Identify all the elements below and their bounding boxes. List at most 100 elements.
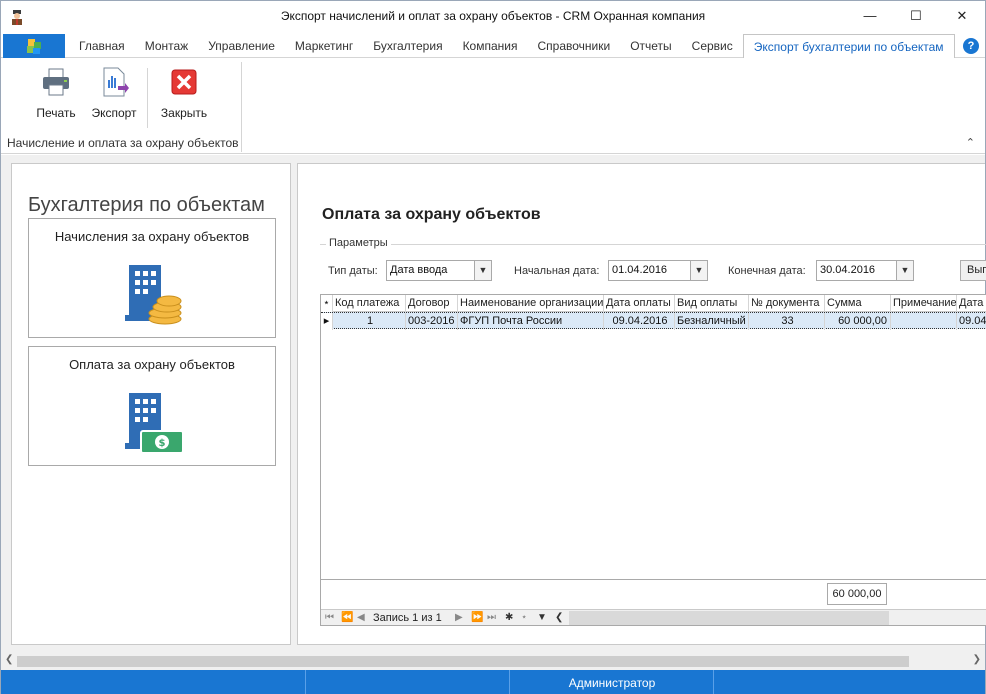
- title-bar: Экспорт начислений и оплат за охрану объ…: [1, 1, 985, 33]
- help-icon[interactable]: ?: [963, 38, 979, 54]
- app-window: Экспорт начислений и оплат за охрану объ…: [0, 0, 986, 694]
- date-type-value: Дата ввода: [390, 264, 448, 276]
- grid-footer: 60 000,00: [321, 579, 986, 609]
- svg-text:$: $: [159, 438, 166, 449]
- grid-header: ⋆ Код платежа Договор Наименование орган…: [321, 295, 986, 312]
- column-header[interactable]: Вид оплаты: [675, 295, 749, 312]
- collapse-ribbon-icon[interactable]: ⌃: [966, 136, 975, 149]
- start-date-value: 01.04.2016: [612, 264, 668, 276]
- parameters-legend: Параметры: [326, 237, 391, 249]
- column-header[interactable]: Дата оплаты: [604, 295, 675, 312]
- next-page-icon[interactable]: ⏩: [471, 612, 483, 623]
- building-coins-icon: [125, 265, 182, 325]
- tab-glavnaya[interactable]: Главная: [69, 34, 135, 58]
- first-record-icon[interactable]: ⏮: [325, 612, 334, 623]
- end-date-picker[interactable]: 30.04.2016 ▼: [816, 260, 914, 281]
- chevron-down-icon[interactable]: ▼: [474, 261, 491, 280]
- table-cell[interactable]: 60 000,00: [825, 313, 891, 330]
- table-cell[interactable]: 33: [749, 313, 825, 330]
- building-money-icon: $: [125, 393, 184, 454]
- tab-buhgalteriya[interactable]: Бухгалтерия: [363, 34, 452, 58]
- navigation-title: Бухгалтерия по объектам: [28, 194, 265, 216]
- close-red-icon: [171, 69, 197, 95]
- column-header[interactable]: Дата в: [957, 295, 986, 312]
- column-header[interactable]: Наименование организации: [458, 295, 604, 312]
- table-cell[interactable]: Безналичный: [675, 313, 749, 330]
- next-record-icon[interactable]: ▶: [455, 612, 463, 623]
- window-title: Экспорт начислений и оплат за охрану объ…: [280, 9, 706, 23]
- end-date-value: 30.04.2016: [820, 264, 876, 276]
- content-area: Бухгалтерия по объектам Начисления за ох…: [1, 155, 986, 653]
- cubes-icon: [27, 39, 41, 54]
- table-row[interactable]: ▸ 1 003-2016 ФГУП Почта России 09.04.201…: [321, 312, 986, 330]
- tab-servis[interactable]: Сервис: [682, 34, 743, 58]
- table-cell[interactable]: 1: [333, 313, 406, 330]
- close-label: Закрыть: [160, 106, 208, 120]
- application-menu-button[interactable]: [3, 34, 65, 58]
- grid-horizontal-scrollbar[interactable]: [569, 611, 889, 625]
- column-header[interactable]: Договор: [406, 295, 458, 312]
- export-button[interactable]: Экспорт: [87, 64, 141, 124]
- maximize-button[interactable]: ☐: [893, 1, 939, 31]
- table-cell[interactable]: 09.04.: [957, 313, 986, 330]
- chevron-down-icon[interactable]: ▼: [690, 261, 707, 280]
- charges-tile[interactable]: Начисления за охрану объектов: [28, 218, 276, 338]
- table-cell[interactable]: 09.04.2016: [604, 313, 675, 330]
- close-button[interactable]: Закрыть: [157, 64, 211, 124]
- tab-marketing[interactable]: Маркетинг: [285, 34, 363, 58]
- status-divider: [713, 670, 714, 694]
- column-header[interactable]: Код платежа: [333, 295, 406, 312]
- current-user: Администратор: [568, 676, 656, 690]
- status-divider: [509, 670, 510, 694]
- navigation-panel: Бухгалтерия по объектам Начисления за ох…: [11, 163, 291, 645]
- tab-montazh[interactable]: Монтаж: [135, 34, 199, 58]
- filter-icon[interactable]: ▼: [537, 612, 547, 623]
- table-cell[interactable]: ФГУП Почта России: [458, 313, 604, 330]
- tab-export-accounting[interactable]: Экспорт бухгалтерии по объектам: [742, 34, 955, 59]
- tab-spravochniki[interactable]: Справочники: [527, 34, 620, 58]
- export-label: Экспорт: [91, 106, 137, 120]
- prev-page-icon[interactable]: ⏪: [341, 612, 353, 623]
- ribbon: Печать Экспорт Закрыть Начисление и опла…: [1, 58, 985, 154]
- panel-title: Оплата за охрану объектов: [322, 206, 541, 223]
- grid-navigator: ⏮ ⏪ ◀ Запись 1 из 1 ▶ ⏩ ⏭ ✱ ⋆ ▼ ❮: [321, 609, 986, 625]
- end-date-label: Конечная дата:: [728, 265, 806, 277]
- date-type-select[interactable]: Дата ввода ▼: [386, 260, 492, 281]
- prev-record-icon[interactable]: ◀: [357, 612, 365, 623]
- row-indicator-icon: ▸: [321, 313, 333, 330]
- scroll-thumb[interactable]: [17, 656, 909, 667]
- status-bar: Администратор: [1, 670, 985, 694]
- printer-icon: [43, 68, 69, 96]
- add-record-icon[interactable]: ✱: [505, 612, 513, 623]
- column-header[interactable]: Примечание: [891, 295, 957, 312]
- column-header[interactable]: № документа: [749, 295, 825, 312]
- tab-upravlenie[interactable]: Управление: [198, 34, 285, 58]
- last-record-icon[interactable]: ⏭: [487, 612, 496, 623]
- tab-kompaniya[interactable]: Компания: [453, 34, 528, 58]
- table-cell[interactable]: [891, 313, 957, 330]
- payments-tile-label: Оплата за охрану объектов: [69, 357, 235, 372]
- execute-button[interactable]: Выполнить: [960, 260, 986, 281]
- charges-tile-label: Начисления за охрану объектов: [54, 229, 250, 244]
- payments-panel: Оплата за охрану объектов Параметры Тип …: [297, 163, 986, 645]
- menu-tabs: Главная Монтаж Управление Маркетинг Бухг…: [69, 34, 955, 59]
- start-date-picker[interactable]: 01.04.2016 ▼: [608, 260, 708, 281]
- close-window-button[interactable]: ✕: [939, 1, 985, 31]
- sum-total: 60 000,00: [827, 583, 887, 605]
- menu-tabs-bar: Главная Монтаж Управление Маркетинг Бухг…: [1, 34, 985, 59]
- scroll-left-icon[interactable]: ❮: [5, 654, 13, 665]
- print-button[interactable]: Печать: [31, 64, 81, 124]
- ribbon-group-separator: [241, 62, 242, 152]
- payments-tile[interactable]: Оплата за охрану объектов $: [28, 346, 276, 466]
- column-header[interactable]: Сумма: [825, 295, 891, 312]
- scroll-left-icon[interactable]: ❮: [555, 612, 563, 623]
- minimize-button[interactable]: —: [847, 1, 893, 31]
- chevron-down-icon[interactable]: ▼: [896, 261, 913, 280]
- print-label: Печать: [36, 106, 76, 120]
- scroll-right-icon[interactable]: ❯: [973, 654, 981, 665]
- window-horizontal-scrollbar[interactable]: ❮ ❯: [1, 653, 985, 670]
- table-cell[interactable]: 003-2016: [406, 313, 458, 330]
- append-record-icon[interactable]: ⋆: [521, 612, 527, 623]
- tab-otchety[interactable]: Отчеты: [620, 34, 681, 58]
- payments-grid: ⋆ Код платежа Договор Наименование орган…: [320, 294, 986, 626]
